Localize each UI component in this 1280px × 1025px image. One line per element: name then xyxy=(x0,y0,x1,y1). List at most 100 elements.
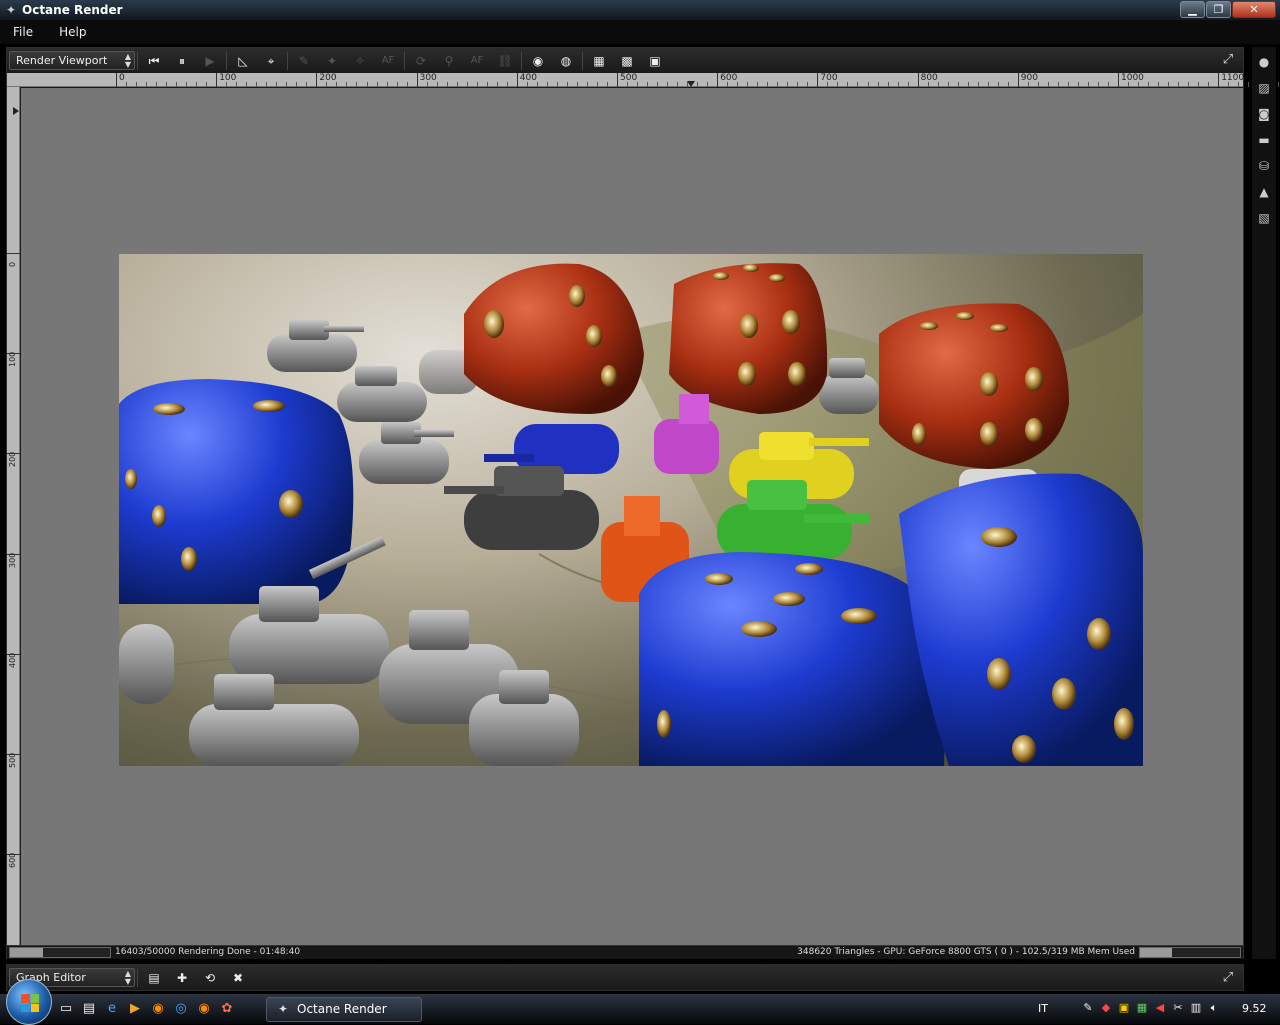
tray-alert-icon[interactable]: ◀ xyxy=(1152,1000,1168,1016)
app-quicklaunch-icon[interactable]: ✿ xyxy=(218,1000,236,1018)
render-progress-bar xyxy=(9,947,111,958)
toolbar-separator xyxy=(226,51,227,70)
ruler-label: 200 xyxy=(8,452,17,468)
database-icon[interactable]: ⛁ xyxy=(1255,157,1273,175)
tray-app-icon[interactable]: ✎ xyxy=(1080,1000,1096,1016)
focus-picker-icon[interactable]: ⌖ xyxy=(260,51,282,71)
show-desktop-icon[interactable]: ▭ xyxy=(57,1000,75,1018)
ruler-minor-tick xyxy=(927,82,929,87)
ruler-minor-tick xyxy=(266,82,268,87)
save-icon[interactable]: ▤ xyxy=(143,968,165,988)
tray-update-icon[interactable]: ▣ xyxy=(1116,1000,1132,1016)
taskbar-clock[interactable]: 9.52 xyxy=(1242,1002,1267,1015)
ruler-minor-tick xyxy=(867,82,869,87)
autofocus-icon[interactable]: AF xyxy=(377,51,399,71)
ruler-minor-tick xyxy=(196,82,198,87)
ruler-minor-tick xyxy=(907,82,909,87)
grid-fine-icon[interactable]: ▦ xyxy=(588,51,610,71)
menu-file[interactable]: File xyxy=(0,25,46,39)
ruler-minor-tick xyxy=(1027,82,1029,87)
refresh-icon[interactable]: ⟳ xyxy=(410,51,432,71)
toolbar-separator xyxy=(521,51,522,70)
ruler-minor-tick xyxy=(1168,82,1170,87)
thunderbird-icon[interactable]: ◎ xyxy=(172,1000,190,1018)
checker-large-icon[interactable]: ▣ xyxy=(644,51,666,71)
node-add-icon[interactable]: ✚ xyxy=(171,968,193,988)
maximize-button[interactable]: ❐ xyxy=(1206,1,1231,18)
ruler-tick xyxy=(717,73,719,87)
picture-icon[interactable]: ▲ xyxy=(1255,183,1273,201)
pick-material-icon[interactable]: ✎ xyxy=(293,51,315,71)
sphere-alt-icon[interactable]: ◍ xyxy=(555,51,577,71)
ruler-minor-tick xyxy=(987,82,989,87)
render-image[interactable] xyxy=(119,254,1143,766)
checker-icon[interactable]: ▩ xyxy=(616,51,638,71)
play-icon[interactable]: ▶ xyxy=(199,51,221,71)
ruler-minor-tick xyxy=(176,82,178,87)
ruler-minor-tick xyxy=(506,82,508,87)
ruler-minor-tick xyxy=(687,82,689,87)
ruler-marker-icon xyxy=(687,81,695,87)
pick-object-icon[interactable]: ✦ xyxy=(321,51,343,71)
switch-windows-icon[interactable]: ▤ xyxy=(80,1000,98,1018)
close-button[interactable]: ✕ xyxy=(1232,1,1276,18)
ruler-label: 500 xyxy=(8,752,17,768)
taskbar: ▭ ▤ e ▶ ◉ ◎ ◉ ✿ ✦ Octane Render IT ✎ ◆ ▣… xyxy=(0,979,1280,1025)
texture-icon[interactable]: ▧ xyxy=(1255,209,1273,227)
ruler-label: 100 xyxy=(8,351,17,368)
tray-network-icon[interactable]: ▦ xyxy=(1134,1000,1150,1016)
image-icon[interactable]: ▨ xyxy=(1255,79,1273,97)
tray-display-icon[interactable]: ▥ xyxy=(1188,1000,1204,1016)
node-link-icon[interactable]: ⟲ xyxy=(199,968,221,988)
ruler-minor-tick xyxy=(306,82,308,87)
ruler-icon[interactable]: ◺ xyxy=(232,51,254,71)
toolbar-separator xyxy=(287,51,288,70)
octane-app-icon: ✦ xyxy=(277,1002,289,1016)
ruler-label: 200 xyxy=(319,73,337,83)
af-toggle-icon[interactable]: AF xyxy=(466,51,488,71)
ruler-minor-tick xyxy=(406,82,408,87)
ruler-minor-tick xyxy=(1188,82,1190,87)
toolbar-separator xyxy=(137,51,138,70)
tray-volume-icon[interactable]: 🔈︎ xyxy=(1206,1000,1222,1016)
node-delete-icon[interactable]: ✖ xyxy=(227,968,249,988)
ruler-minor-tick xyxy=(206,82,208,87)
ruler-minor-tick xyxy=(847,82,849,87)
red-die xyxy=(464,263,644,414)
ruler-label: 300 xyxy=(8,552,17,568)
minimize-button[interactable]: ▁ xyxy=(1180,1,1205,18)
link-icon[interactable]: ⛓ xyxy=(494,51,516,71)
media-player-icon[interactable]: ▶ xyxy=(126,1000,144,1018)
ruler-minor-tick xyxy=(286,82,288,87)
firefox-icon[interactable]: ◉ xyxy=(149,1000,167,1018)
rewind-icon[interactable]: ⏮ xyxy=(143,51,165,71)
sphere-icon[interactable]: ◉ xyxy=(527,51,549,71)
ruler-minor-tick xyxy=(627,82,629,87)
start-button[interactable] xyxy=(6,979,52,1025)
circle-icon[interactable]: ● xyxy=(1255,53,1273,71)
pause-icon[interactable]: ⏸ xyxy=(171,51,193,71)
tray-antivirus-icon[interactable]: ◆ xyxy=(1098,1000,1114,1016)
firefox-alt-icon[interactable]: ◉ xyxy=(195,1000,213,1018)
tray-tool-icon[interactable]: ✂ xyxy=(1170,1000,1186,1016)
red-die xyxy=(669,263,828,414)
panel-select[interactable]: Render Viewport ▲ ▼ xyxy=(9,51,135,70)
menu-help[interactable]: Help xyxy=(46,25,99,39)
viewport-canvas[interactable] xyxy=(21,88,1243,945)
ruler-tick xyxy=(316,73,318,87)
render-scene xyxy=(119,263,1143,766)
language-indicator[interactable]: IT xyxy=(1038,1002,1048,1015)
layers-icon[interactable]: ▬ xyxy=(1255,131,1273,149)
zoom-tool-icon[interactable]: ⚲ xyxy=(438,51,460,71)
ruler-minor-tick xyxy=(757,82,759,87)
taskbar-octane-render[interactable]: ✦ Octane Render xyxy=(266,996,422,1022)
ruler-minor-tick xyxy=(1107,82,1109,87)
pick-focus-icon[interactable]: ✧ xyxy=(349,51,371,71)
ruler-minor-tick xyxy=(156,82,158,87)
ruler-minor-tick xyxy=(526,82,528,87)
fullscreen-icon[interactable]: ⤢ xyxy=(1219,51,1237,69)
internet-explorer-icon[interactable]: e xyxy=(103,1000,121,1018)
graph-fullscreen-icon[interactable]: ⤢ xyxy=(1219,969,1237,987)
camera-icon[interactable]: ◙ xyxy=(1255,105,1273,123)
ruler-label: 300 xyxy=(419,73,437,83)
